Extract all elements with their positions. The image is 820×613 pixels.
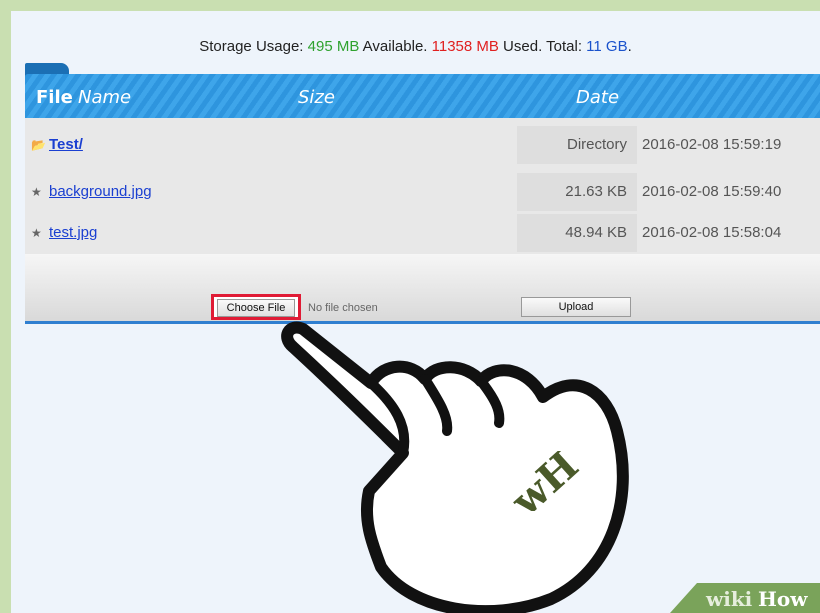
watermark-wiki: wiki: [706, 587, 753, 611]
pointing-hand-icon: [281, 321, 629, 613]
wh-logo-text: wH: [502, 451, 588, 511]
wh-logo: wH: [499, 442, 589, 526]
watermark-how: How: [758, 587, 808, 611]
file-manager-panel: Storage Usage: 495 MB Available. 11358 M…: [11, 11, 820, 613]
